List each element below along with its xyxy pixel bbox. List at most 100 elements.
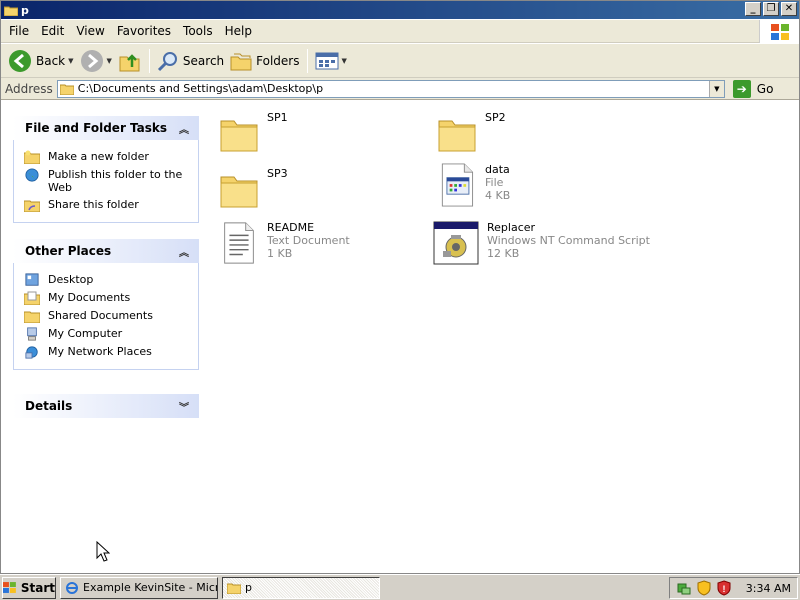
share-folder-icon — [24, 200, 40, 212]
menu-tools[interactable]: Tools — [177, 24, 219, 38]
my-network-places-link[interactable]: My Network Places — [24, 345, 192, 359]
back-arrow-icon — [9, 49, 31, 72]
taskbar-item-browser[interactable]: Example KevinSite - Micr... — [60, 576, 218, 599]
folders-button[interactable]: Folders — [227, 47, 302, 75]
maximize-button[interactable]: ❐ — [763, 2, 779, 16]
collapse-chevron-icon[interactable]: ︽ — [179, 121, 189, 136]
command-script-icon — [433, 221, 479, 265]
dropdown-arrow-icon[interactable]: ▼ — [342, 57, 347, 65]
toolbar-separator — [306, 48, 308, 73]
new-folder-icon — [24, 150, 40, 164]
panel-title: Details — [25, 399, 73, 413]
menu-file[interactable]: File — [3, 24, 35, 38]
file-type: File — [485, 176, 504, 189]
file-type: Windows NT Command Script — [487, 234, 650, 247]
dropdown-arrow-icon[interactable]: ▼ — [107, 57, 112, 65]
folder-icon — [227, 583, 241, 594]
file-name: SP1 — [267, 111, 288, 124]
internet-explorer-icon — [66, 581, 78, 594]
file-size: 12 KB — [487, 247, 520, 260]
panel-header[interactable]: File and Folder Tasks ︽ — [13, 116, 199, 140]
up-folder-icon — [119, 53, 140, 71]
menu-bar: File Edit View Favorites Tools Help — [1, 20, 799, 43]
file-item-data[interactable]: data File 4 KB — [437, 163, 510, 207]
folder-icon — [438, 120, 476, 152]
panel-header[interactable]: Other Places ︽ — [13, 239, 199, 263]
back-button[interactable]: Back ▼ — [5, 47, 77, 75]
forward-button[interactable]: ▼ — [77, 47, 115, 75]
folder-icon — [220, 120, 258, 152]
file-name: data — [485, 163, 510, 176]
my-documents-icon — [24, 291, 40, 305]
address-label: Address — [5, 81, 53, 96]
menu-favorites[interactable]: Favorites — [111, 24, 177, 38]
security-shield-icon[interactable] — [696, 580, 712, 596]
toolbar: Back ▼ ▼ Search Folders ▼ — [1, 44, 799, 78]
desktop-link[interactable]: Desktop — [24, 273, 192, 287]
share-folder-link[interactable]: Share this folder — [24, 198, 192, 212]
file-item-sp2[interactable]: SP2 — [437, 111, 506, 155]
svg-text:!: ! — [722, 584, 725, 594]
expand-chevron-icon[interactable]: ︾ — [179, 399, 189, 414]
file-name: Replacer — [487, 221, 536, 234]
file-item-sp1[interactable]: SP1 — [219, 111, 288, 155]
make-new-folder-link[interactable]: Make a new folder — [24, 150, 192, 164]
file-size: 1 KB — [267, 247, 293, 260]
views-button[interactable]: ▼ — [312, 47, 350, 75]
address-input[interactable]: C:\Documents and Settings\adam\Desktop\p… — [56, 79, 725, 98]
desktop-icon — [25, 273, 39, 286]
generic-file-icon — [441, 163, 474, 207]
security-alert-icon[interactable]: ! — [716, 580, 732, 596]
collapse-chevron-icon[interactable]: ︽ — [179, 244, 189, 259]
taskbar-item-explorer[interactable]: p — [222, 576, 380, 599]
network-tray-icon[interactable] — [676, 580, 692, 596]
title-bar[interactable]: p _ ❐ ✕ — [1, 1, 799, 19]
content-area: File and Folder Tasks ︽ Make a new folde… — [1, 101, 799, 573]
shared-documents-icon — [24, 311, 40, 323]
views-icon — [315, 52, 338, 69]
menu-view[interactable]: View — [70, 24, 110, 38]
shared-documents-link[interactable]: Shared Documents — [24, 309, 192, 323]
dropdown-arrow-icon[interactable]: ▼ — [68, 57, 73, 65]
menu-help[interactable]: Help — [219, 24, 258, 38]
file-type: Text Document — [267, 234, 350, 247]
folder-icon — [59, 84, 74, 95]
start-label: Start — [20, 580, 55, 595]
file-folder-tasks-panel: File and Folder Tasks ︽ Make a new folde… — [13, 116, 199, 223]
menu-edit[interactable]: Edit — [35, 24, 70, 38]
mouse-cursor-icon — [96, 541, 110, 562]
panel-header[interactable]: Details ︾ — [13, 394, 199, 418]
file-name: SP3 — [267, 167, 288, 180]
my-computer-link[interactable]: My Computer — [24, 327, 192, 341]
go-button[interactable]: ➔ Go — [732, 79, 774, 98]
search-button[interactable]: Search — [154, 47, 227, 75]
system-tray: ! 3:34 AM — [668, 577, 798, 599]
back-label: Back — [36, 53, 66, 68]
other-places-panel: Other Places ︽ Desktop My Documents Shar… — [13, 239, 199, 370]
up-folder-button[interactable] — [115, 47, 145, 75]
folder-icon — [4, 6, 18, 16]
file-item-readme[interactable]: README Text Document 1 KB — [219, 221, 350, 265]
address-dropdown-button[interactable]: ▼ — [708, 80, 724, 97]
my-documents-link[interactable]: My Documents — [24, 291, 192, 305]
go-label: Go — [756, 81, 774, 96]
file-list: SP1 SP2 SP3 data File 4 KB README Text D… — [209, 101, 799, 573]
close-button[interactable]: ✕ — [781, 2, 797, 16]
details-panel: Details ︾ — [13, 394, 199, 418]
toolbar-separator — [148, 48, 150, 73]
panel-title: Other Places — [25, 244, 112, 258]
task-pane: File and Folder Tasks ︽ Make a new folde… — [1, 101, 209, 573]
publish-web-link[interactable]: Publish this folder to the Web — [24, 168, 192, 194]
file-size: 4 KB — [485, 189, 511, 202]
address-bar: Address C:\Documents and Settings\adam\D… — [1, 78, 799, 100]
text-document-icon — [224, 222, 254, 264]
go-arrow-icon: ➔ — [732, 79, 751, 98]
globe-icon — [25, 168, 39, 182]
forward-arrow-icon — [80, 49, 103, 72]
network-places-icon — [25, 346, 38, 359]
file-item-sp3[interactable]: SP3 — [219, 167, 288, 211]
minimize-button[interactable]: _ — [745, 2, 761, 16]
start-button[interactable]: Start — [2, 576, 56, 599]
file-item-replacer[interactable]: Replacer Windows NT Command Script 12 KB — [433, 221, 650, 265]
clock[interactable]: 3:34 AM — [746, 582, 791, 595]
